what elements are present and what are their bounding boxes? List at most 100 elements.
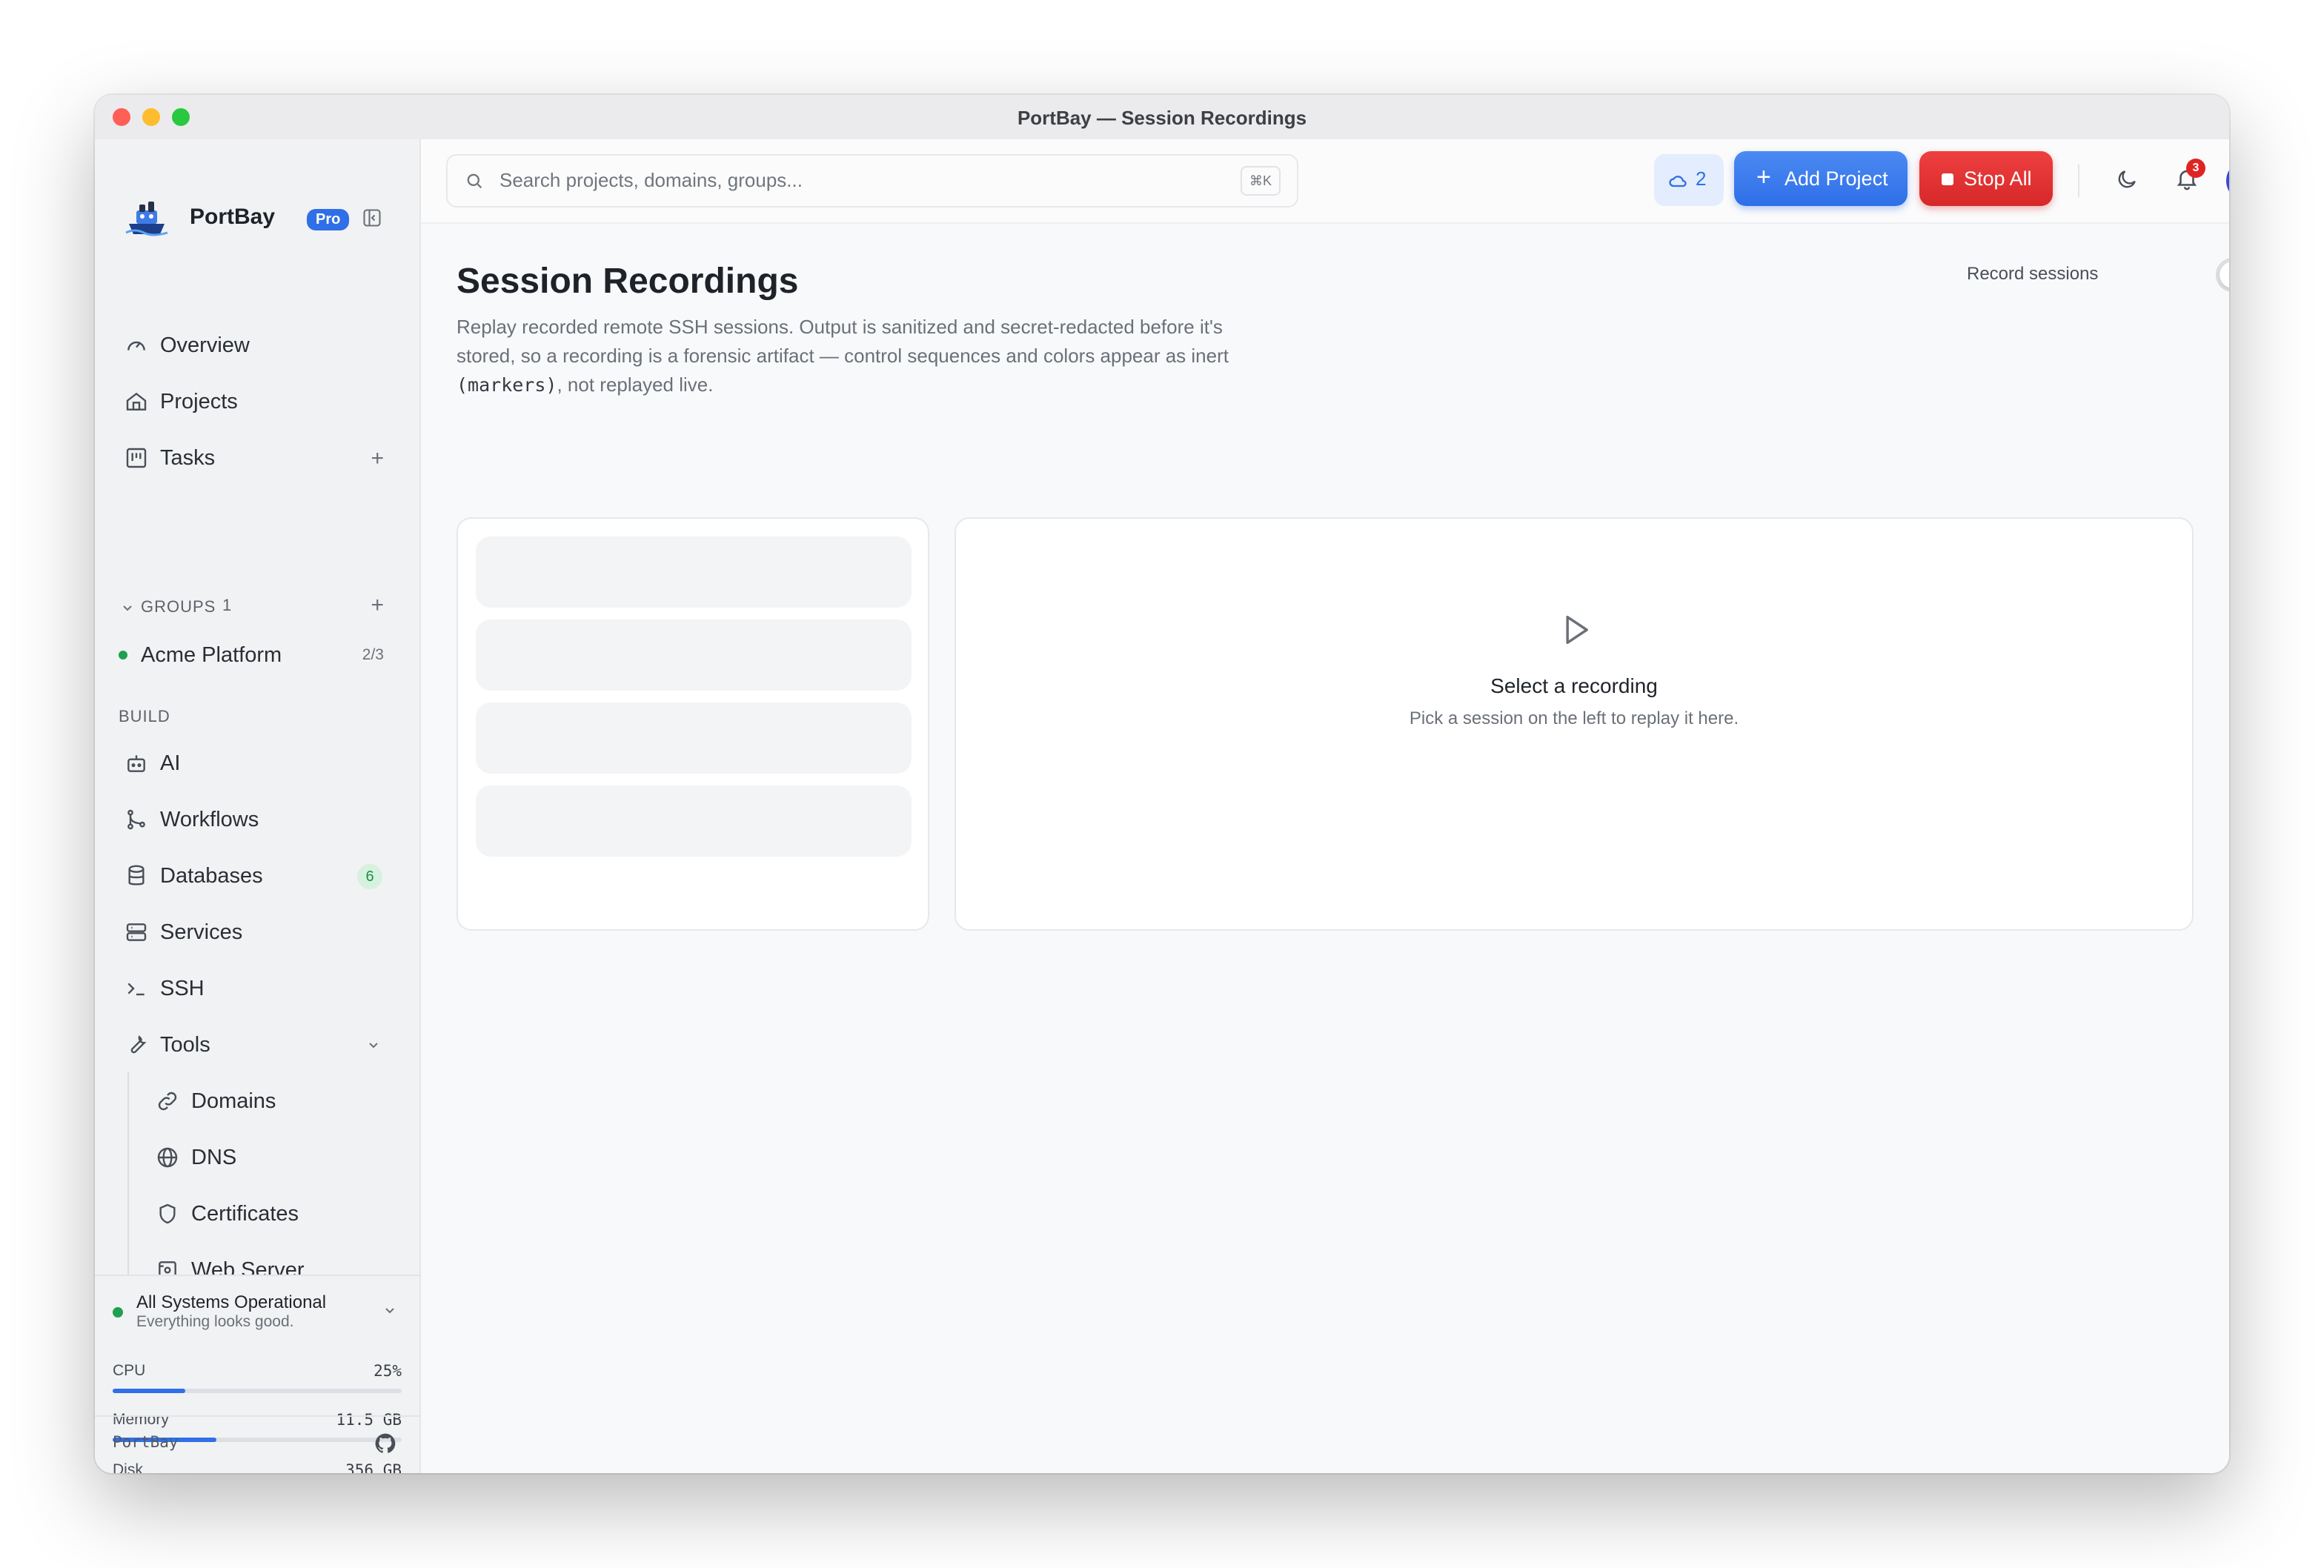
git-branch-icon bbox=[123, 806, 150, 833]
sidebar-item-certificates[interactable]: Certificates bbox=[150, 1192, 397, 1236]
notification-count-badge: 3 bbox=[2186, 159, 2205, 178]
sidebar-item-projects[interactable]: Projects bbox=[119, 379, 397, 424]
description-line-2: stored, so a recording is a forensic art… bbox=[456, 345, 1229, 367]
search-input[interactable]: Search projects, domains, groups... ⌘K bbox=[446, 154, 1298, 207]
sidebar-item-databases[interactable]: Databases 6 bbox=[119, 854, 397, 898]
bot-icon bbox=[123, 750, 150, 777]
chevron-down-icon bbox=[123, 605, 132, 611]
add-task-button[interactable]: + bbox=[371, 446, 384, 471]
description-tail: , not replayed live. bbox=[557, 373, 714, 396]
sidebar-item-label: Tasks bbox=[160, 445, 216, 470]
sidebar-item-label: Certificates bbox=[191, 1201, 299, 1226]
sidebar-item-label: AI bbox=[160, 751, 181, 775]
add-group-button[interactable]: + bbox=[371, 593, 384, 618]
group-name: Acme Platform bbox=[141, 643, 282, 667]
footer-app-name: PortBay bbox=[113, 1433, 179, 1451]
terminal-icon bbox=[123, 975, 150, 1002]
add-project-label: Add Project bbox=[1784, 167, 1888, 190]
sidebar-item-ai[interactable]: AI bbox=[119, 741, 397, 785]
metric-cpu: CPU 25% bbox=[113, 1362, 402, 1399]
groups-count: 1 bbox=[222, 596, 232, 614]
recording-skeleton bbox=[476, 785, 912, 857]
page-description: Replay recorded remote SSH sessions. Out… bbox=[456, 313, 1316, 399]
group-status-dot bbox=[119, 651, 127, 660]
group-project-count: 2/3 bbox=[362, 646, 384, 663]
sidebar: PortBay Pro Overview Projects Tasks + GR… bbox=[95, 139, 421, 1473]
topbar-divider bbox=[2078, 165, 2079, 197]
sidebar-item-overview[interactable]: Overview bbox=[119, 323, 397, 368]
portbay-logo-icon bbox=[125, 202, 168, 236]
brand: PortBay Pro bbox=[123, 194, 397, 242]
recording-skeleton bbox=[476, 702, 912, 774]
recording-player-panel: Select a recording Pick a session on the… bbox=[954, 517, 2194, 931]
server-icon bbox=[123, 919, 150, 946]
recording-skeleton bbox=[476, 536, 912, 608]
sidebar-item-label: Workflows bbox=[160, 807, 259, 831]
build-section-header: BUILD bbox=[119, 707, 170, 725]
stop-icon bbox=[1942, 173, 1953, 185]
recording-skeleton bbox=[476, 619, 912, 691]
home-icon bbox=[123, 388, 150, 415]
link-icon bbox=[154, 1088, 181, 1114]
user-avatar[interactable]: AD bbox=[2226, 160, 2229, 202]
search-icon bbox=[467, 173, 482, 189]
collapse-sidebar-icon[interactable] bbox=[362, 207, 382, 228]
gauge-icon bbox=[123, 332, 150, 359]
sidebar-item-label: DNS bbox=[191, 1145, 237, 1169]
theme-toggle-moon-icon[interactable] bbox=[2115, 167, 2139, 191]
cloud-sync-button[interactable]: 2 bbox=[1654, 154, 1724, 206]
title-bar: PortBay — Session Recordings bbox=[95, 95, 2229, 141]
sidebar-item-label: Domains bbox=[191, 1089, 276, 1113]
globe-icon bbox=[154, 1144, 181, 1171]
page-title: Session Recordings bbox=[456, 262, 799, 301]
sidebar-item-label: Tools bbox=[160, 1032, 210, 1057]
window-title: PortBay — Session Recordings bbox=[1017, 107, 1307, 129]
sidebar-item-workflows[interactable]: Workflows bbox=[119, 797, 397, 842]
metric-fill bbox=[113, 1389, 185, 1393]
groups-header[interactable]: GROUPS 1 + bbox=[119, 593, 397, 621]
wrench-icon bbox=[123, 1032, 150, 1058]
github-icon[interactable] bbox=[374, 1432, 397, 1455]
sidebar-item-ssh[interactable]: SSH bbox=[119, 966, 397, 1011]
stop-all-button[interactable]: Stop All bbox=[1919, 151, 2053, 206]
sidebar-item-tools[interactable]: Tools bbox=[119, 1023, 397, 1067]
sidebar-item-label: Overview bbox=[160, 333, 250, 357]
databases-count-badge: 6 bbox=[357, 864, 382, 889]
sidebar-item-tasks[interactable]: Tasks + bbox=[119, 436, 397, 480]
toggle-knob bbox=[2220, 262, 2229, 288]
search-placeholder: Search projects, domains, groups... bbox=[499, 169, 803, 191]
plan-badge: Pro bbox=[307, 209, 350, 230]
groups-label: GROUPS bbox=[141, 597, 216, 616]
status-subtitle: Everything looks good. bbox=[136, 1313, 294, 1330]
recordings-list bbox=[456, 517, 929, 931]
description-code: (markers) bbox=[456, 374, 557, 396]
add-project-button[interactable]: + Add Project bbox=[1734, 151, 1908, 206]
sidebar-item-dns[interactable]: DNS bbox=[150, 1135, 397, 1180]
record-sessions-label: Record sessions bbox=[1967, 264, 2099, 284]
cloud-icon bbox=[1669, 176, 1687, 187]
top-bar: Search projects, domains, groups... ⌘K 2… bbox=[421, 139, 2229, 224]
sidebar-item-label: SSH bbox=[160, 976, 205, 1000]
shield-icon bbox=[154, 1200, 181, 1227]
play-icon bbox=[1566, 615, 1588, 645]
status-dot bbox=[113, 1307, 123, 1318]
main-content: Session Recordings Replay recorded remot… bbox=[421, 224, 2229, 1473]
empty-state-title: Select a recording bbox=[1490, 674, 1658, 697]
status-title: All Systems Operational bbox=[136, 1292, 327, 1312]
metric-value: 25% bbox=[374, 1362, 402, 1380]
record-sessions-toggle[interactable] bbox=[2216, 258, 2229, 292]
database-icon bbox=[123, 863, 150, 889]
sidebar-item-domains[interactable]: Domains bbox=[150, 1079, 397, 1123]
chevron-down-icon bbox=[369, 1043, 378, 1049]
app-window: PortBay — Session Recordings PortBay Pro bbox=[95, 95, 2229, 1473]
group-item-acme-platform[interactable]: Acme Platform 2/3 bbox=[119, 636, 397, 674]
sidebar-item-services[interactable]: Services bbox=[119, 910, 397, 954]
stop-all-label: Stop All bbox=[1964, 167, 2032, 190]
kanban-icon bbox=[123, 445, 150, 471]
sidebar-item-label: Services bbox=[160, 920, 243, 944]
chevron-down-icon[interactable] bbox=[381, 1301, 399, 1319]
cloud-count: 2 bbox=[1696, 167, 1707, 190]
plus-icon: + bbox=[1756, 163, 1771, 191]
metric-track bbox=[113, 1389, 402, 1393]
search-shortcut-hint: ⌘K bbox=[1240, 166, 1281, 196]
